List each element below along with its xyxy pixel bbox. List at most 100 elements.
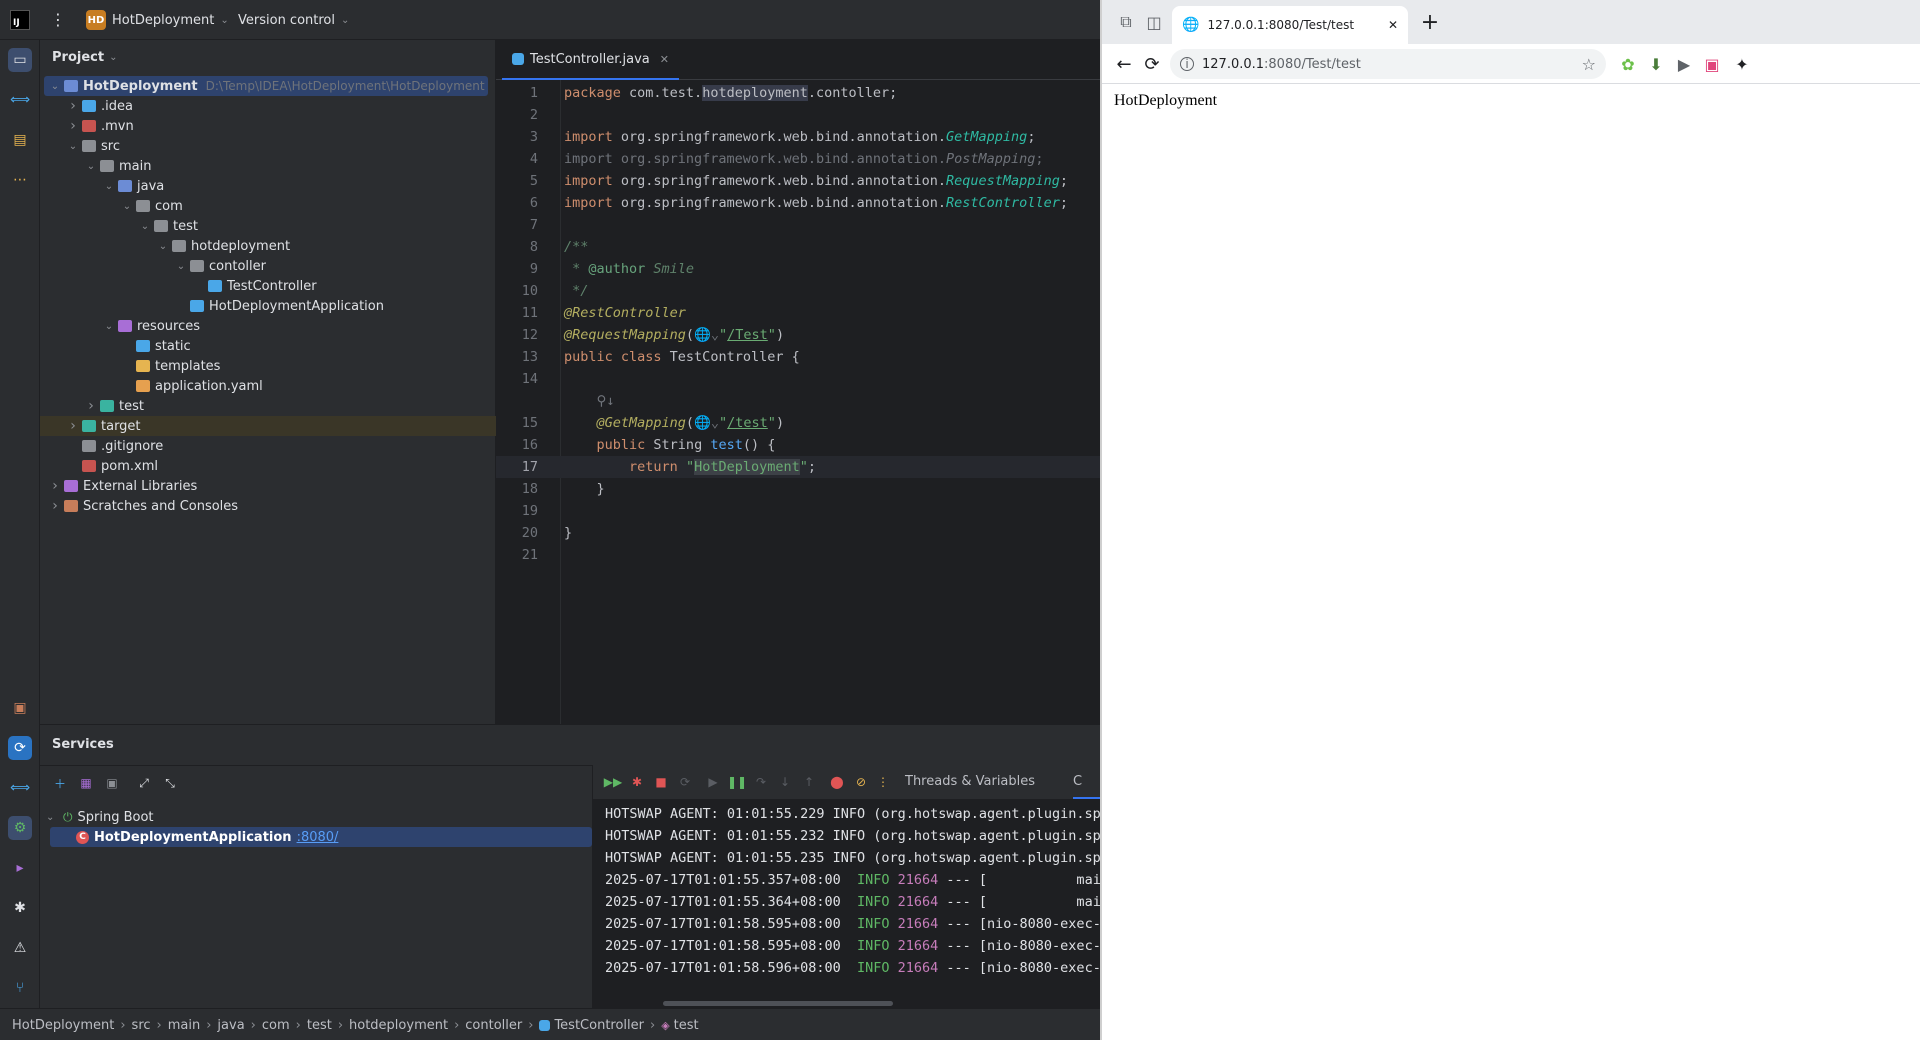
code-line[interactable]: 5 import org.springframework.web.bind.ann… (496, 170, 1100, 192)
code-line[interactable]: 9 * @author Smile (496, 258, 1100, 280)
tree-item[interactable]: ⌄ main (40, 156, 496, 176)
expand-all-icon[interactable]: ⤢ (136, 775, 152, 791)
chevron-down-icon[interactable]: ⌄ (138, 221, 152, 232)
tree-item[interactable]: ⌄ test (40, 216, 496, 236)
tree-item[interactable]: .gitignore (40, 436, 496, 456)
structure-icon[interactable]: ▤ (8, 128, 32, 152)
code-line[interactable]: 10 */ (496, 280, 1100, 302)
service-port-link[interactable]: :8080/ (297, 830, 339, 845)
tree-item[interactable]: templates (40, 356, 496, 376)
version-control-menu[interactable]: Version control ⌄ (238, 9, 349, 31)
tree-item[interactable]: pom.xml (40, 456, 496, 476)
code-line[interactable]: ⚲↓ (496, 390, 1100, 412)
chevron-down-icon[interactable]: ⌄ (48, 81, 62, 92)
code-line[interactable]: 20} (496, 522, 1100, 544)
main-menu-icon[interactable]: ⋮ (50, 10, 66, 30)
tree-item[interactable]: ⌄ src (40, 136, 496, 156)
breadcrumb-item[interactable]: com (262, 1018, 290, 1033)
code-line[interactable]: 18 } (496, 478, 1100, 500)
breadcrumb-item[interactable]: src (132, 1018, 151, 1033)
close-icon[interactable]: ✕ (660, 53, 669, 66)
tree-item[interactable]: ⌄ com (40, 196, 496, 216)
breadcrumb-item[interactable]: main (168, 1018, 200, 1033)
services-icon[interactable]: ⚙ (8, 816, 32, 840)
more-icon[interactable]: ⋮ (875, 774, 891, 790)
vertical-tabs-icon[interactable]: ◫ (1142, 10, 1166, 34)
chevron-down-icon[interactable]: ⌄ (174, 261, 188, 272)
resume-icon[interactable]: ▶▶ (604, 774, 622, 790)
breadcrumb-item[interactable]: test (307, 1018, 332, 1033)
code-with-me-icon[interactable]: ⟺ (8, 88, 32, 112)
breakpoints-icon[interactable]: ⬤ (829, 774, 845, 790)
chevron-down-icon[interactable]: ⌄ (120, 201, 134, 212)
code-line[interactable]: 14 (496, 368, 1100, 390)
console-hscrollbar[interactable] (663, 1001, 893, 1006)
editor-tab-testcontroller[interactable]: TestController.java ✕ (502, 40, 679, 80)
code-line[interactable]: 16 public String test() { (496, 434, 1100, 456)
code-line[interactable]: 8 /** (496, 236, 1100, 258)
intellij-logo-icon[interactable]: IJ (10, 10, 30, 30)
chevron-right-icon[interactable]: › (66, 98, 80, 114)
tree-item[interactable]: › .mvn (40, 116, 496, 136)
mute-breakpoints-icon[interactable]: ⊘ (853, 774, 869, 790)
extension-translate-icon[interactable]: ▣ (1700, 52, 1724, 76)
breadcrumb-item[interactable]: contoller (465, 1018, 522, 1033)
chevron-right-icon[interactable]: › (66, 118, 80, 134)
services-tree-item-spring-boot[interactable]: ⌄ ⏻ Spring Boot (46, 807, 154, 827)
chevron-down-icon[interactable]: ⌄ (102, 181, 116, 192)
code-line[interactable]: 17 return "HotDeployment"; (496, 456, 1100, 478)
tree-item[interactable]: › Scratches and Consoles (40, 496, 496, 516)
tree-item[interactable]: › .idea (40, 96, 496, 116)
project-switcher[interactable]: HD HotDeployment ⌄ (86, 9, 229, 31)
more-tools-icon[interactable]: ⋯ (8, 168, 32, 192)
collapse-all-icon[interactable]: ⤡ (162, 775, 178, 791)
project-panel-header[interactable]: Project ⌄ (52, 50, 117, 65)
bookmarks-icon[interactable]: ▣ (8, 696, 32, 720)
chevron-down-icon[interactable]: ⌄ (84, 161, 98, 172)
tree-item[interactable]: ⌄ contoller (40, 256, 496, 276)
breadcrumb-item[interactable]: java (217, 1018, 244, 1033)
git-icon[interactable]: ⑂ (8, 976, 32, 1000)
browser-tab-active[interactable]: 🌐 127.0.0.1:8080/Test/test ✕ (1172, 6, 1408, 44)
chevron-down-icon[interactable]: ⌄ (102, 321, 116, 332)
endpoints-icon[interactable]: ⟺ (8, 776, 32, 800)
debug-icon[interactable]: ✱ (8, 896, 32, 920)
chevron-down-icon[interactable]: ⌄ (66, 141, 80, 152)
tree-item[interactable]: static (40, 336, 496, 356)
console-output[interactable]: HOTSWAP AGENT: 01:01:55.229 INFO (org.ho… (605, 803, 1100, 1003)
code-line[interactable]: 3 import org.springframework.web.bind.ann… (496, 126, 1100, 148)
step-over-disabled-icon[interactable]: ▶ (705, 774, 721, 790)
extensions-puzzle-icon[interactable]: ✦ (1730, 52, 1754, 76)
chevron-right-icon[interactable]: › (66, 418, 80, 434)
threads-variables-tab[interactable]: Threads & Variables (905, 774, 1035, 789)
debug-rerun-icon[interactable]: ✱ (629, 774, 645, 790)
code-line[interactable]: 21 (496, 544, 1100, 566)
tree-item[interactable]: ⌄ resources (40, 316, 496, 336)
code-line[interactable]: 15 @GetMapping(🌐⌄"/test") (496, 412, 1100, 434)
back-arrow-icon[interactable]: ← (1112, 52, 1136, 76)
breadcrumb-item[interactable]: TestController (539, 1018, 644, 1033)
bookmark-star-icon[interactable]: ☆ (1582, 55, 1596, 74)
pause-icon[interactable]: ❚❚ (727, 774, 747, 790)
address-bar[interactable]: i 127.0.0.1:8080/Test/test ☆ (1170, 49, 1606, 79)
workspaces-icon[interactable]: ⧉ (1114, 10, 1138, 34)
tree-item[interactable]: application.yaml (40, 376, 496, 396)
extension-play-icon[interactable]: ▶ (1672, 52, 1696, 76)
problems-icon[interactable]: ⚠ (8, 936, 32, 960)
tree-item[interactable]: ⌄ java (40, 176, 496, 196)
code-line[interactable]: 11 @RestController (496, 302, 1100, 324)
chevron-right-icon[interactable]: › (84, 398, 98, 414)
chevron-down-icon[interactable]: ⌄ (156, 241, 170, 252)
chevron-right-icon[interactable]: › (48, 498, 62, 514)
stop-icon[interactable]: ■ (653, 774, 669, 790)
new-tab-button[interactable]: + (1418, 10, 1442, 35)
code-line[interactable]: 6 import org.springframework.web.bind.ann… (496, 192, 1100, 214)
step-out-icon[interactable]: ↑ (801, 774, 817, 790)
code-line[interactable]: 7 (496, 214, 1100, 236)
tree-item[interactable]: › External Libraries (40, 476, 496, 496)
close-tab-icon[interactable]: ✕ (1388, 18, 1398, 32)
step-into-icon[interactable]: ↓ (777, 774, 793, 790)
reload-icon[interactable]: ⟳ (1140, 52, 1164, 76)
database-icon[interactable]: ⟳ (8, 736, 32, 760)
tree-item[interactable]: ⌄ HotDeployment D:\Temp\IDEA\HotDeployment… (44, 76, 488, 96)
